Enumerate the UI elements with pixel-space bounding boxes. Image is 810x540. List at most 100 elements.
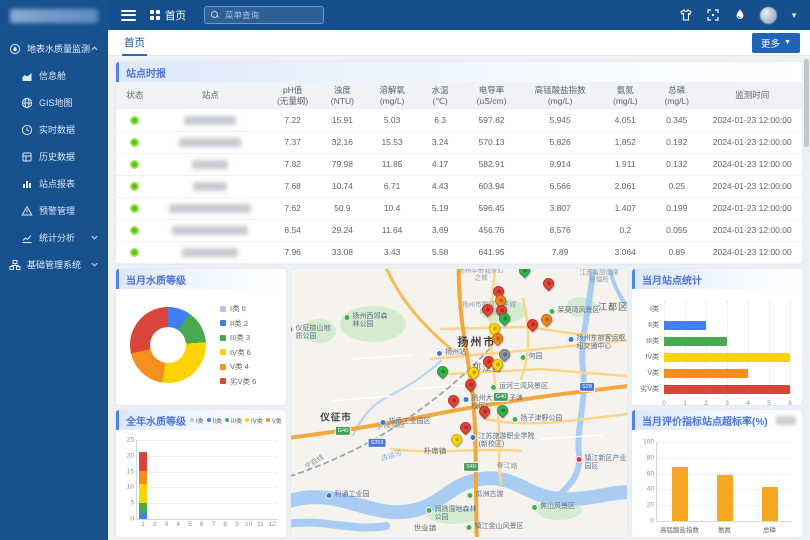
table-cell: 0.199	[651, 197, 702, 219]
search-input[interactable]	[223, 9, 313, 21]
station-name-redacted	[192, 160, 228, 169]
panel-title: 全年水质等级	[119, 413, 186, 428]
status-dot-online	[130, 248, 139, 257]
map-poi-label: 扬州西郊森林公园	[344, 313, 393, 329]
table-cell: 4.17	[418, 153, 463, 175]
chevron-down-icon: ▼	[784, 39, 791, 46]
road-shield-chip: S49	[463, 462, 479, 472]
clock-icon	[20, 123, 33, 136]
table-cell: 10.74	[318, 175, 366, 197]
table-cell: 570.13	[462, 131, 520, 153]
search-icon	[211, 11, 219, 19]
poi-icon	[470, 434, 477, 441]
table-cell: 0.192	[651, 131, 702, 153]
sidebar-item-alert-management[interactable]: 预警管理	[0, 197, 108, 224]
x-tick-label: 7	[212, 521, 216, 528]
sidebar-item-history-data[interactable]: 历史数据	[0, 143, 108, 170]
table-cell: 6.71	[366, 175, 417, 197]
sidebar-item-realtime-data[interactable]: 实时数据	[0, 116, 108, 143]
more-button[interactable]: 更多 ▼	[752, 33, 800, 53]
column-header: 浊度(NTU)	[318, 82, 366, 109]
table-cell: 4.051	[600, 109, 651, 131]
y-tick-label: 15	[127, 468, 134, 475]
dashboard-bottom: 当月水质等级 I类 0II类 2III类 3IV类 6V类 4劣V类 6 全年水…	[116, 269, 802, 537]
table-cell: 11.85	[366, 153, 417, 175]
map-poi-label: 扬州东部客运枢纽交通中心	[568, 335, 628, 351]
table-row: 7.3732.1615.533.24570.135.8261.8520.1922…	[116, 131, 802, 153]
sidebar-item-info-hub[interactable]: 信息舱	[0, 62, 108, 89]
category-label: 高锰酸盐指数	[660, 524, 699, 534]
road-shield-chip: S28	[579, 382, 595, 392]
poi-icon	[436, 350, 443, 357]
topbar-actions: ▼	[679, 7, 810, 24]
map-poi-label: 镇江金山风景区	[466, 523, 545, 531]
table-cell: 2.061	[600, 175, 651, 197]
monitor-time-cell: 2024-01-23 12:00:00	[702, 219, 802, 241]
table-cell: 0.132	[651, 153, 702, 175]
sidebar-menu: 地表水质量监测系统信息舱GIS地图实时数据历史数据站点报表预警管理统计分析基础管…	[0, 35, 108, 278]
sidebar-item-station-report[interactable]: 站点报表	[0, 170, 108, 197]
table-cell: 6.566	[521, 175, 600, 197]
flame-icon[interactable]	[733, 8, 747, 22]
table-cell: 7.96	[267, 241, 318, 263]
water-system-icon	[8, 42, 21, 55]
station-name-redacted	[169, 204, 251, 213]
base-system-icon	[8, 258, 21, 271]
monitor-time-cell: 2024-01-23 12:00:00	[702, 153, 802, 175]
menu-collapse-icon[interactable]	[121, 10, 136, 21]
category-label: IV类	[645, 352, 659, 362]
station-table-head: 状态站点pH值(无量纲)浊度(NTU)溶解氧(mg/L)水温(℃)电导率(uS/…	[116, 82, 802, 109]
map-poi-label: 何园	[520, 353, 543, 361]
chevron-down-icon	[90, 260, 100, 270]
main-content: 站点时报 状态站点pH值(无量纲)浊度(NTU)溶解氧(mg/L)水温(℃)电导…	[108, 56, 810, 540]
donut-ring	[130, 307, 206, 383]
category-label: 氨氮	[718, 524, 731, 534]
station-table: 状态站点pH值(无量纲)浊度(NTU)溶解氧(mg/L)水温(℃)电导率(uS/…	[116, 82, 802, 264]
table-cell: 1.911	[600, 153, 651, 175]
breadcrumb-home[interactable]: 首页	[150, 8, 186, 23]
legend-item: IV类	[245, 416, 263, 425]
chart-legend: I类II类III类IV类V类劣V类	[190, 416, 282, 425]
table-cell: 15.91	[318, 109, 366, 131]
user-avatar[interactable]	[760, 7, 777, 24]
monthly-grade-panel: 当月水质等级 I类 0II类 2III类 3IV类 6V类 4劣V类 6	[116, 269, 286, 405]
panel-header: 站点时报	[116, 62, 802, 82]
chevron-up-icon	[90, 44, 100, 54]
x-tick-label: 4	[176, 521, 180, 528]
legend-item: II类 2	[220, 318, 256, 329]
road-shield-chip: G40	[335, 426, 351, 436]
map-poi-label: 润扬湿地森林公园	[426, 506, 477, 522]
map-poi-label: 江苏旅游职业学院(新校区)	[470, 433, 537, 449]
bar-row: I类	[664, 301, 790, 317]
y-tick-label: 40	[647, 486, 654, 493]
donut-legend: I类 0II类 2III类 3IV类 6V类 4劣V类 6	[220, 303, 256, 387]
sidebar-item-gis-map[interactable]: GIS地图	[0, 89, 108, 116]
poi-icon	[568, 336, 575, 343]
tab-home[interactable]: 首页	[122, 30, 147, 56]
table-cell: 4.43	[418, 175, 463, 197]
fullscreen-scan-icon[interactable]	[706, 8, 720, 22]
column-header: 站点	[154, 82, 267, 109]
sidebar-group-water-quality-system[interactable]: 地表水质量监测系统	[0, 35, 108, 62]
table-row: 8.5429.2411.643.69456.768.5760.20.055202…	[116, 219, 802, 241]
table-cell: 7.68	[267, 175, 318, 197]
user-menu-chevron-icon[interactable]: ▼	[790, 11, 798, 20]
trend-icon	[20, 231, 33, 244]
bar-row: V类	[664, 365, 790, 381]
x-tick-label: 8	[223, 521, 227, 528]
column-header: 总磷(mg/L)	[651, 82, 702, 109]
sidebar-group-label: 基础管理系统	[27, 258, 90, 271]
scrollbar-thumb[interactable]	[804, 59, 809, 147]
sidebar-item-statistics-analysis[interactable]: 统计分析	[0, 224, 108, 251]
sidebar-item-label: 历史数据	[39, 150, 100, 163]
theme-shirt-icon[interactable]	[679, 8, 693, 22]
gis-map[interactable]: 扬州市江都区邗江区仪征市扬州站何园运河三湾风景区扬州大学(扬子津校区)茱萸湾风景…	[291, 269, 627, 537]
monitor-time-cell: 2024-01-23 12:00:00	[702, 175, 802, 197]
monitor-time-cell: 2024-01-23 12:00:00	[702, 241, 802, 263]
column-header: 状态	[116, 82, 154, 109]
poi-icon	[466, 524, 473, 531]
sidebar-group-base-management-system[interactable]: 基础管理系统	[0, 251, 108, 278]
poi-icon	[520, 354, 527, 361]
y-tick-label: 5	[130, 500, 134, 507]
x-tick-label: 11	[257, 521, 264, 528]
